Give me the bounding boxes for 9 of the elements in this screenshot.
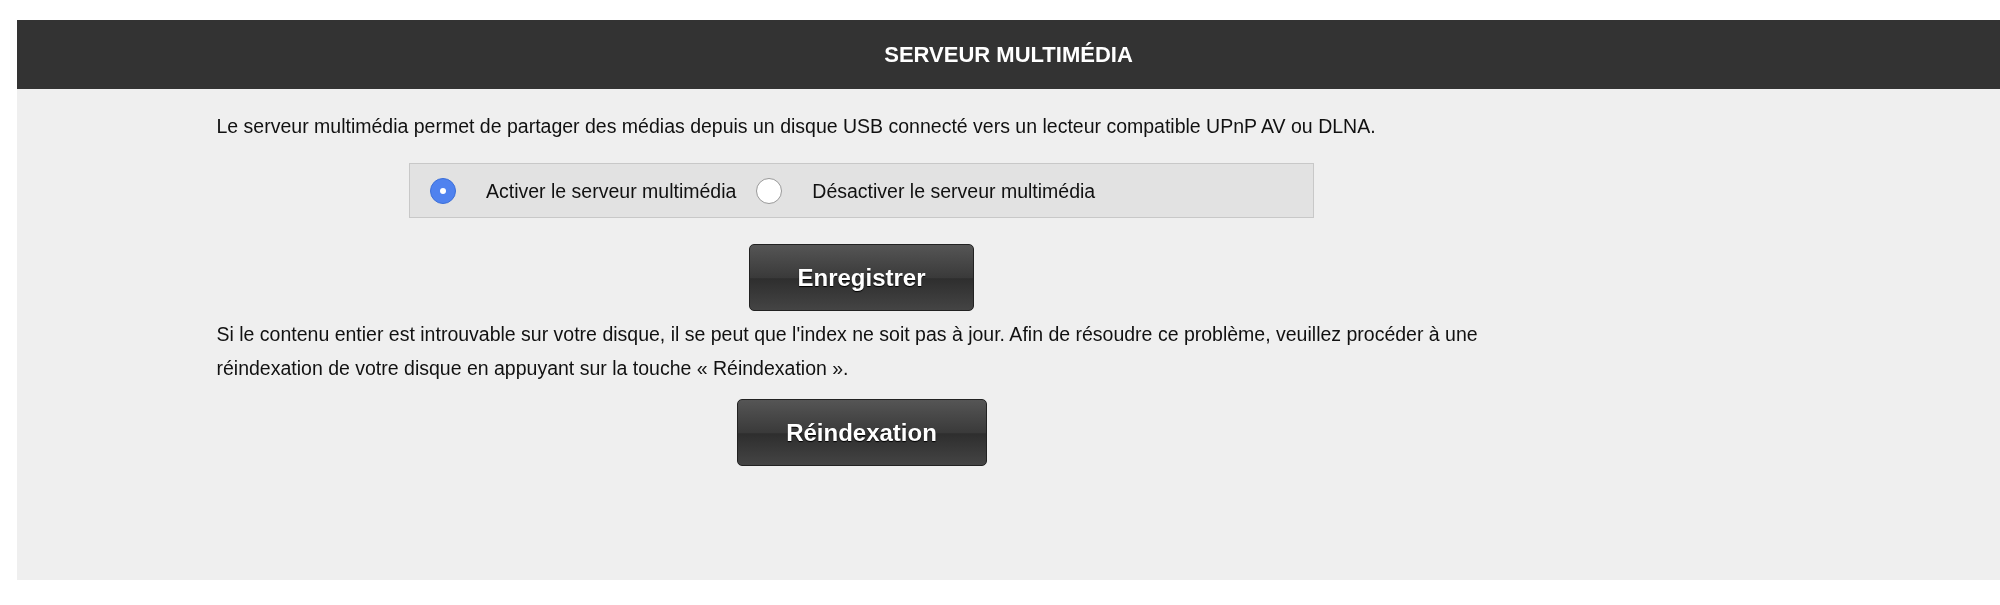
radio-label[interactable]: Activer le serveur multimédia <box>486 173 737 208</box>
reindex-button[interactable]: Réindexation <box>736 399 987 466</box>
save-button[interactable]: Enregistrer <box>749 244 974 311</box>
reindex-description-text: Si le contenu entier est introuvable sur votre disque, il se peut que l'index ne soit pas à jour. Afin de résoudre ce problème, veuillez procéder à une réindexation de votre disque en appuyant sur la touche « Réindexation ». <box>216 322 1479 381</box>
panel-title: SERVEUR MULTIMÉDIA <box>884 41 1133 68</box>
radio-label[interactable]: Désactiver le serveur multimédia <box>812 173 1096 208</box>
radio-button[interactable] <box>430 177 456 204</box>
description-text: Le serveur multimédia permet de partager des médias depuis un disque USB connecté vers un lecteur compatible UPnP AV ou DLNA. <box>216 114 1377 139</box>
radio-button[interactable] <box>756 177 783 204</box>
